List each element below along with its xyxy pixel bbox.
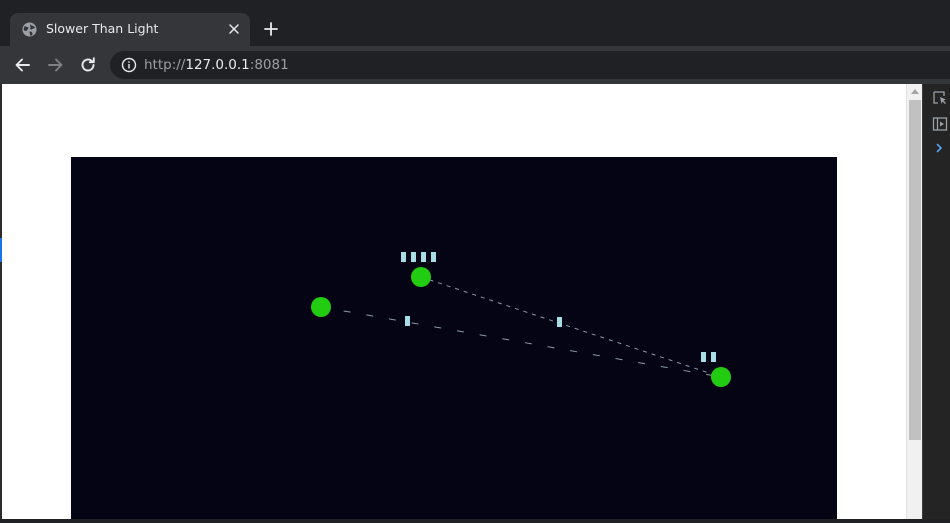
scroll-up-arrow-icon[interactable]: [911, 89, 919, 94]
planet-west[interactable]: [311, 297, 331, 317]
back-arrow-icon[interactable]: [13, 55, 33, 75]
game-map[interactable]: [71, 157, 837, 519]
scroll-thumb[interactable]: [909, 100, 921, 440]
garrison-ship: [411, 252, 416, 262]
left-window-edge: [0, 84, 2, 519]
garrison-ship: [711, 352, 716, 362]
reload-icon[interactable]: [78, 55, 98, 75]
garrison-ship: [421, 252, 426, 262]
route-line: [320, 306, 722, 378]
url-host: 127.0.0.1: [185, 57, 250, 73]
fleet-ship[interactable]: [557, 317, 562, 327]
tab-strip: Slower Than Light: [0, 0, 950, 46]
new-tab-plus-icon[interactable]: [262, 20, 280, 38]
globe-icon: [22, 22, 37, 37]
garrison-ship: [431, 252, 436, 262]
garrison-ship: [701, 352, 706, 362]
devtools-panel: [922, 84, 950, 519]
url-port: :8081: [249, 57, 289, 73]
address-bar[interactable]: http://127.0.0.1:8081: [110, 51, 950, 79]
page-viewport: [2, 84, 906, 519]
planet-north[interactable]: [411, 267, 431, 287]
info-icon[interactable]: [121, 57, 137, 73]
forward-arrow-icon[interactable]: [45, 55, 65, 75]
close-icon[interactable]: [226, 21, 242, 37]
tab-title: Slower Than Light: [46, 21, 159, 36]
game-canvas[interactable]: [71, 157, 837, 519]
chevron-right-icon[interactable]: [932, 140, 948, 156]
device-toolbar-icon[interactable]: [932, 116, 948, 132]
route-line: [420, 276, 722, 378]
inspect-element-icon[interactable]: [932, 90, 948, 106]
browser-toolbar: http://127.0.0.1:8081: [0, 46, 950, 84]
planet-east[interactable]: [711, 367, 731, 387]
url-text: http://127.0.0.1:8081: [144, 57, 289, 73]
left-edge-accent: [0, 238, 2, 262]
fleet-ship[interactable]: [405, 316, 410, 326]
vertical-scrollbar[interactable]: [906, 84, 922, 519]
browser-tab[interactable]: Slower Than Light: [10, 13, 250, 46]
url-scheme: http://: [144, 57, 186, 73]
garrison-ship: [401, 252, 406, 262]
